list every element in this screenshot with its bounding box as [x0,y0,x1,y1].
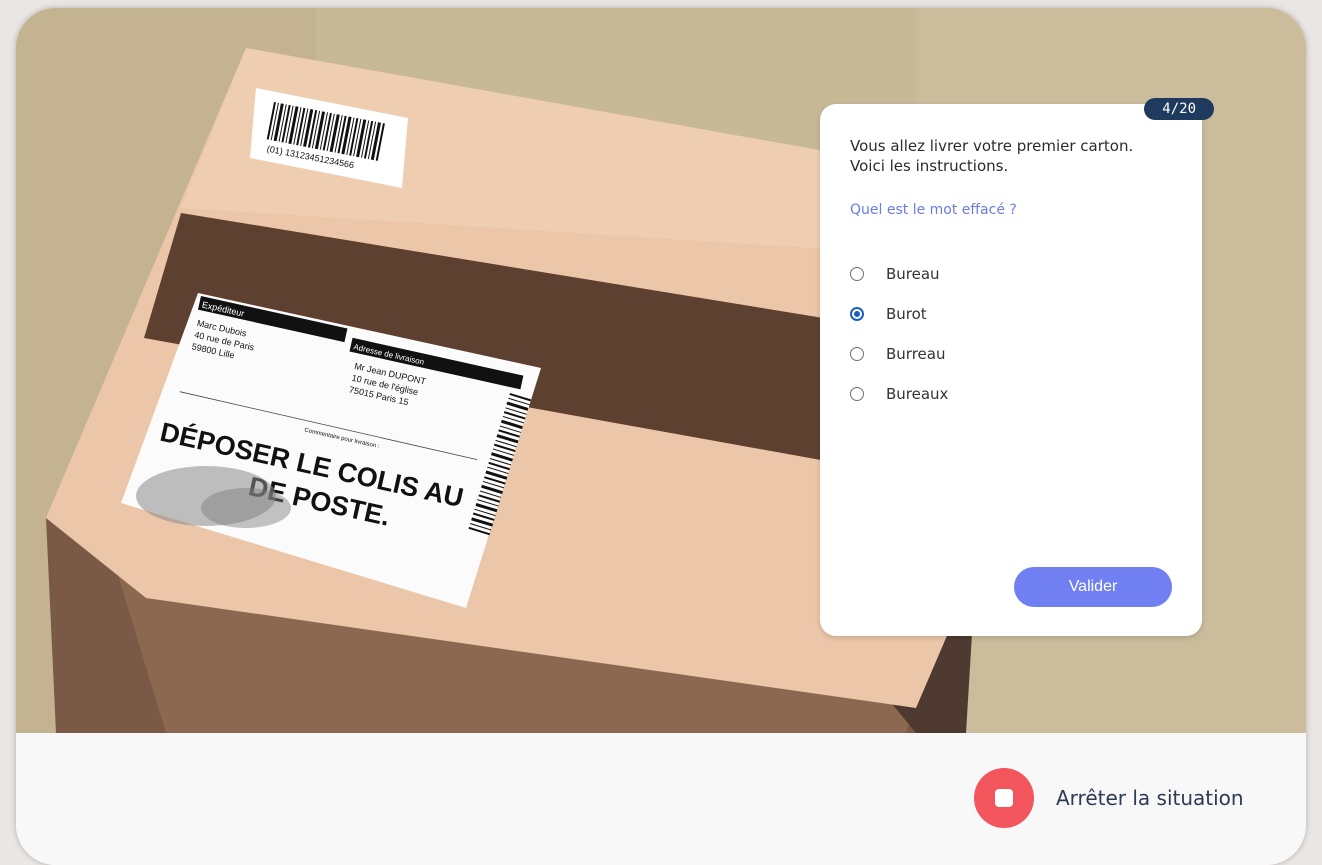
instructions-text: Vous allez livrer votre premier carton. … [850,137,1134,175]
option-burreau[interactable]: Burreau [850,334,948,374]
radio-button[interactable] [850,347,864,361]
answer-options: Bureau Burot Burreau Bureaux [850,254,948,414]
option-burot[interactable]: Burot [850,294,948,334]
radio-button-selected[interactable] [850,307,864,321]
option-bureau[interactable]: Bureau [850,254,948,294]
radio-button[interactable] [850,387,864,401]
option-bureaux[interactable]: Bureaux [850,374,948,414]
stop-icon [995,789,1013,807]
question-text: Quel est le mot effacé ? [850,202,1017,218]
stop-button[interactable] [974,768,1034,828]
validate-button[interactable]: Valider [1014,567,1172,607]
app-frame: (01) 13123451234566 Expéditeur Marc Dubo… [16,8,1306,865]
radio-button[interactable] [850,267,864,281]
stop-label[interactable]: Arrêter la situation [1056,786,1244,810]
question-counter: 4/20 [1144,98,1214,120]
bottom-bar: Arrêter la situation [16,733,1306,865]
option-label: Bureau [886,265,940,283]
option-label: Burot [886,305,927,323]
question-panel: 4/20 Vous allez livrer votre premier car… [820,98,1214,636]
option-label: Bureaux [886,385,949,403]
option-label: Burreau [886,345,946,363]
